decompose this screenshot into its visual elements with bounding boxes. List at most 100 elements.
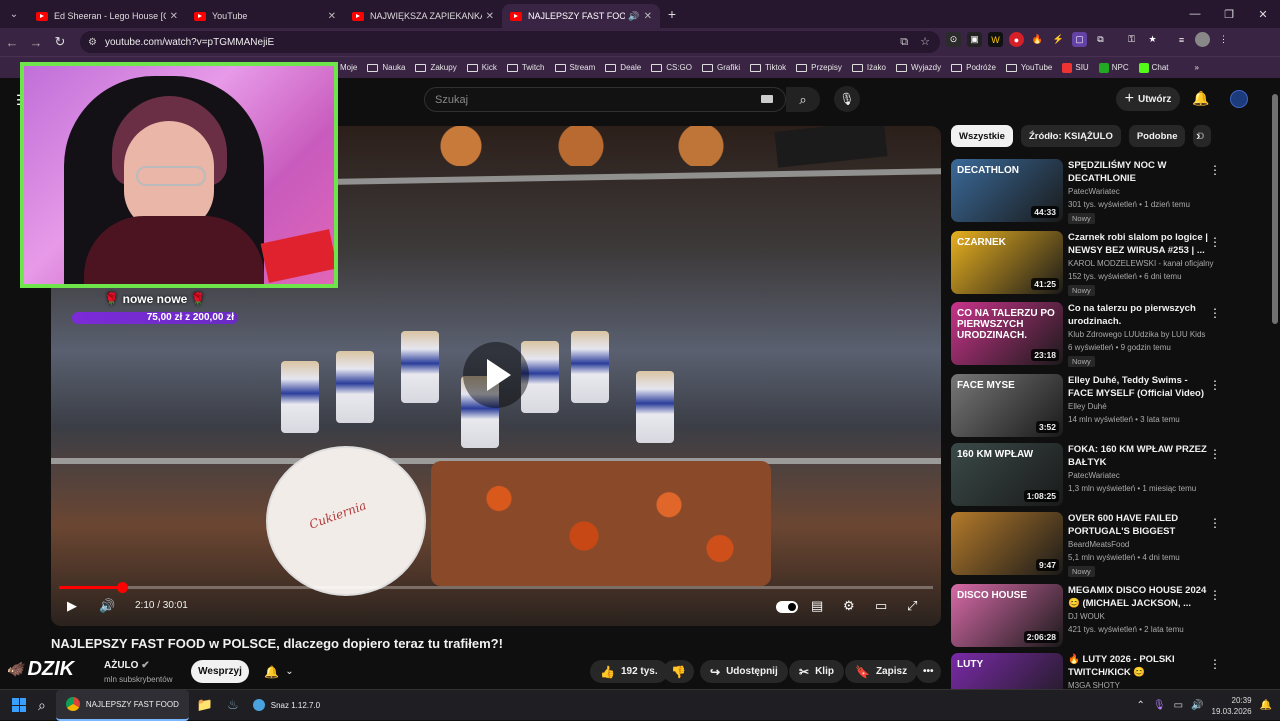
keyboard-icon[interactable] — [761, 95, 773, 103]
password-key-icon[interactable]: ⚿ — [1124, 32, 1139, 47]
progress-scrubber[interactable] — [116, 582, 128, 593]
bookmark-folder[interactable]: Twitch — [506, 63, 545, 72]
forward-icon[interactable]: → — [24, 35, 48, 50]
bookmark-folder[interactable]: Deale — [605, 63, 641, 72]
bookmark-folder[interactable]: Stream — [554, 63, 595, 72]
bookmark-star-icon[interactable]: ☆ — [920, 36, 930, 48]
more-vertical-icon[interactable]: ⋮ — [1209, 235, 1221, 249]
recommendation-item[interactable]: DECATHLON 44:33 SPĘDZILIŚMY NOC W DECATHLO… — [951, 159, 1251, 224]
recommendation-channel[interactable]: PatecWariatec — [1068, 471, 1120, 480]
taskbar-search-icon[interactable]: ⌕ — [38, 690, 46, 721]
dislike-button[interactable]: 👎 — [663, 660, 694, 683]
bookmark-folder[interactable]: Tiktok — [750, 63, 786, 72]
chip-all[interactable]: Wszystkie — [951, 125, 1013, 147]
recommendation-channel[interactable]: Elley Duhé — [1068, 402, 1107, 411]
recommendation-item[interactable]: FACE MYSE 3:52 Elley Duhé, Teddy Swims - F… — [951, 374, 1251, 438]
new-tab-button[interactable]: + — [660, 6, 684, 22]
subtitles-icon[interactable]: ▤ — [811, 598, 823, 614]
chip-similar[interactable]: Podobne — [1128, 125, 1186, 147]
more-bookmarks-icon[interactable]: » — [1195, 63, 1199, 72]
minimize-icon[interactable]: — — [1178, 8, 1212, 20]
recommendation-title[interactable]: 🔥 LUTY 2026 - POLSKI TWITCH/KICK 😊 — [1068, 653, 1208, 679]
close-window-icon[interactable]: ✕ — [1246, 8, 1280, 21]
bookmark-link[interactable]: NPC — [1098, 62, 1129, 73]
search-button[interactable]: ⌕ — [786, 87, 820, 112]
bookmark-folder[interactable]: Nauka — [367, 63, 405, 72]
more-vertical-icon[interactable]: ⋮ — [1209, 163, 1221, 177]
video-thumbnail[interactable]: 9:47 — [951, 512, 1063, 575]
bookmark-folder[interactable]: Moje — [340, 63, 357, 72]
extension-icon[interactable]: ⚡ — [1051, 32, 1066, 47]
speaker-icon[interactable]: 🔊 — [628, 11, 639, 22]
bookmark-folder[interactable]: Podróże — [951, 63, 996, 72]
profile-avatar[interactable] — [1195, 32, 1210, 47]
chip-source[interactable]: Źródło: KSIĄŻULO — [1020, 125, 1121, 147]
recommendation-item[interactable]: CO NA TALERZU PO PIERWSZYCH URODZINACH. 2… — [951, 302, 1251, 367]
recommendation-title[interactable]: Co na talerzu po pierwszych urodzinach. — [1068, 302, 1208, 328]
site-info-icon[interactable]: ⚙ — [88, 37, 97, 48]
recommendation-title[interactable]: Elley Duhé, Teddy Swims - FACE MYSELF (O… — [1068, 374, 1208, 400]
extension-icon[interactable]: W — [988, 32, 1003, 47]
bookmark-folder[interactable]: Iżako — [851, 63, 886, 72]
url-field[interactable]: ⚙ youtube.com/watch?v=pTGMMANejiE ⧉ ☆ — [80, 31, 940, 53]
notifications-icon[interactable]: 🔔 — [1260, 700, 1272, 711]
browser-tab-active[interactable]: NAJLEPSZY FAST FOOD w P🔊 ✕ — [502, 4, 660, 28]
more-vertical-icon[interactable]: ⋮ — [1209, 657, 1221, 671]
extension-icon[interactable]: ⊙ — [946, 32, 961, 47]
bookmark-folder[interactable]: Grafiki — [701, 63, 740, 72]
voice-search-button[interactable]: 🎙 — [834, 86, 860, 112]
recommendation-item[interactable]: 9:47 OVER 600 HAVE FAILED PORTUGAL'S BIGG… — [951, 512, 1251, 577]
bookmark-folder[interactable]: Zakupy — [415, 63, 457, 72]
menu-list-icon[interactable]: ≡ — [1174, 32, 1189, 47]
recommendation-channel[interactable]: BeardMeatsFood — [1068, 540, 1129, 549]
restore-icon[interactable]: ❐ — [1212, 8, 1246, 21]
video-thumbnail[interactable]: CZARNEK 41:25 — [951, 231, 1063, 294]
network-icon[interactable]: ▭ — [1174, 700, 1183, 711]
subscription-bell-button[interactable]: 🔔 ⌄ — [256, 660, 302, 683]
more-vertical-icon[interactable]: ⋮ — [1209, 588, 1221, 602]
support-button[interactable]: Wesprzyj — [191, 660, 249, 683]
big-play-button[interactable] — [463, 342, 529, 408]
close-tab-icon[interactable]: ✕ — [644, 11, 652, 22]
back-icon[interactable]: ← — [0, 35, 24, 50]
browser-tab[interactable]: YouTube ✕ — [186, 4, 344, 28]
search-input[interactable]: Szukaj — [424, 87, 786, 112]
chevron-right-icon[interactable]: › — [1196, 128, 1200, 143]
browser-tab[interactable]: Ed Sheeran - Lego House [Offic ✕ — [28, 4, 186, 28]
more-vertical-icon[interactable]: ⋮ — [1209, 516, 1221, 530]
more-vertical-icon[interactable]: ⋮ — [1209, 447, 1221, 461]
more-vertical-icon[interactable]: ⋮ — [1209, 378, 1221, 392]
recommendation-title[interactable]: MEGAMIX DISCO HOUSE 2024 😊 (MICHAEL JACK… — [1068, 584, 1208, 610]
miniplayer-icon[interactable]: ▭ — [875, 598, 887, 614]
reload-icon[interactable]: ↻ — [48, 34, 72, 50]
like-button[interactable]: 👍 192 tys. — [590, 660, 668, 683]
extension-icon[interactable]: ● — [1009, 32, 1024, 47]
recommendation-item[interactable]: 160 KM WPŁAW 1:08:25 FOKA: 160 KM WPŁAW PR… — [951, 443, 1251, 507]
bookmark-link[interactable]: Chat — [1138, 62, 1169, 73]
taskbar-app-chrome[interactable]: NAJLEPSZY FAST FOOD — [55, 689, 189, 721]
taskbar-app-snaz[interactable]: Snaz 1.12.7.0 — [245, 690, 328, 721]
bookmarks-star-icon[interactable]: ★ — [1145, 32, 1160, 47]
account-avatar[interactable] — [1230, 90, 1248, 108]
bookmark-folder[interactable]: YouTube — [1005, 63, 1052, 72]
notifications-bell-icon[interactable]: 🔔 — [1192, 90, 1209, 107]
recommendation-channel[interactable]: PatecWariatec — [1068, 187, 1120, 196]
volume-tray-icon[interactable]: 🔊 — [1191, 700, 1203, 711]
recommendation-channel[interactable]: Klub Zdrowego LUUdzika by LUU Kids — [1068, 330, 1205, 339]
page-scrollbar[interactable] — [1272, 94, 1278, 324]
more-actions-button[interactable]: ••• — [916, 660, 941, 683]
bookmark-link[interactable]: SIU — [1062, 62, 1089, 73]
share-button[interactable]: ↪ Udostępnij — [700, 660, 788, 683]
volume-icon[interactable]: 🔊 — [99, 598, 115, 614]
start-button[interactable] — [0, 690, 38, 721]
recommendation-item[interactable]: DISCO HOUSE 2:06:28 MEGAMIX DISCO HOUSE 20… — [951, 584, 1251, 648]
recommendation-channel[interactable]: KAROL MODZELEWSKI - kanał oficjalny — [1068, 259, 1214, 268]
close-tab-icon[interactable]: ✕ — [328, 11, 336, 22]
video-thumbnail[interactable]: CO NA TALERZU PO PIERWSZYCH URODZINACH. 2… — [951, 302, 1063, 365]
file-explorer-icon[interactable]: 📁 — [189, 690, 221, 721]
browser-menu-icon[interactable]: ⋮ — [1216, 32, 1231, 47]
recommendation-item[interactable]: CZARNEK 41:25 Czarnek robi slalom po logic… — [951, 231, 1251, 296]
bookmark-folder[interactable]: CS:GO — [651, 63, 692, 72]
chevron-up-icon[interactable]: ⌃ — [1137, 700, 1145, 711]
bookmark-folder[interactable]: Kick — [466, 63, 497, 72]
